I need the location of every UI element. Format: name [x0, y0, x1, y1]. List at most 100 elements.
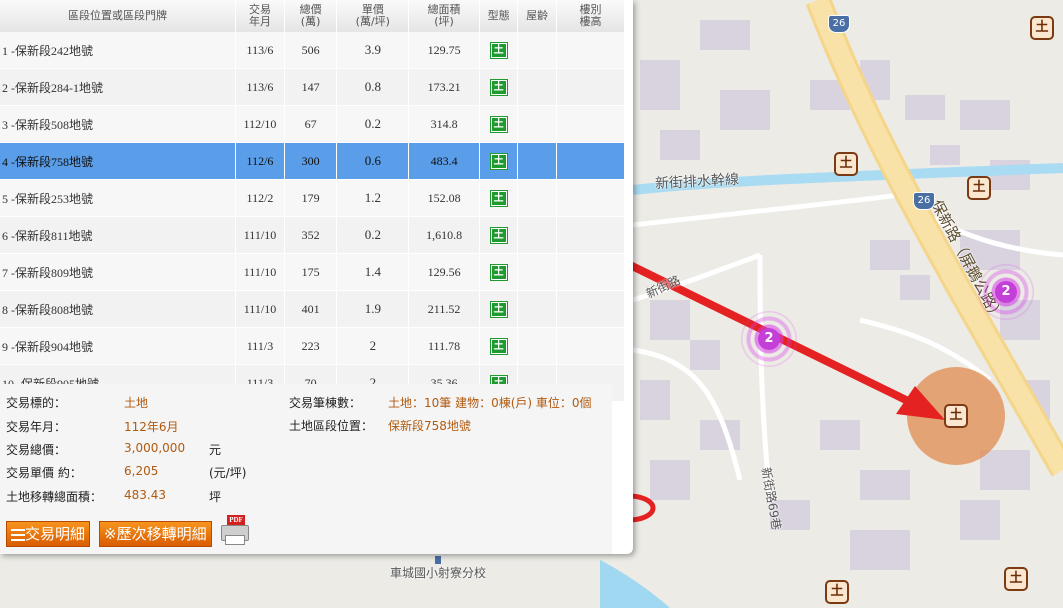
- type-cell: 土: [479, 68, 519, 106]
- floor-cell: [556, 142, 626, 180]
- age-cell: [517, 32, 557, 69]
- transfer-history-button[interactable]: ※歷次移轉明細: [99, 521, 212, 547]
- land-type-icon: 土: [489, 301, 508, 318]
- detail-label: 交易年月：: [6, 420, 67, 434]
- age-cell: [517, 105, 557, 143]
- area-cell: 111.78: [408, 327, 480, 365]
- table-row[interactable]: 8 -保新段808地號 111/10 401 1.9 211.52 土: [0, 290, 626, 328]
- floor-cell: [556, 179, 626, 217]
- land-type-icon: 土: [489, 338, 508, 355]
- age-cell: [517, 142, 557, 180]
- cluster-marker[interactable]: 2: [741, 311, 797, 367]
- detail-label: 交易標的：: [6, 396, 67, 410]
- route-shield-icon: 26: [828, 15, 850, 33]
- table-row[interactable]: 6 -保新段811地號 111/10 352 0.2 1,610.8 土: [0, 216, 626, 254]
- selected-land-marker-icon[interactable]: 土: [944, 404, 968, 428]
- school-icon: [435, 556, 441, 564]
- unit-price-cell: 1.4: [336, 253, 410, 291]
- date-cell: 111/3: [235, 327, 285, 365]
- col-header-area: 總面積 (坪): [408, 0, 480, 32]
- pdf-print-icon[interactable]: PDF: [219, 515, 249, 545]
- address-cell: 5 -保新段253地號: [0, 179, 237, 217]
- type-cell: 土: [479, 142, 519, 180]
- menu-icon: [11, 529, 25, 541]
- date-cell: 113/6: [235, 68, 285, 106]
- col-header-address: 區段位置或區段門牌: [0, 0, 237, 32]
- area-cell: 211.52: [408, 290, 480, 328]
- col-header-unit: 單價 (萬/坪): [336, 0, 410, 32]
- age-cell: [517, 179, 557, 217]
- detail-value: 112年6月: [124, 420, 179, 434]
- transaction-detail-button[interactable]: 交易明細: [6, 521, 91, 547]
- transaction-table: 區段位置或區段門牌 交易 年月 總價 (萬) 單價 (萬/坪) 總面積 (坪) …: [0, 0, 626, 402]
- table-row[interactable]: 4 -保新段758地號 112/6 300 0.6 483.4 土: [0, 142, 626, 180]
- floor-cell: [556, 68, 626, 106]
- unit-price-cell: 1.9: [336, 290, 410, 328]
- land-type-icon: 土: [489, 190, 508, 207]
- unit-price-cell: 3.9: [336, 32, 410, 69]
- land-marker-icon[interactable]: 土: [967, 176, 991, 200]
- total-price-cell: 223: [284, 327, 338, 365]
- table-row[interactable]: 7 -保新段809地號 111/10 175 1.4 129.56 土: [0, 253, 626, 291]
- col-header-date: 交易 年月: [235, 0, 285, 32]
- land-type-icon: 土: [489, 42, 508, 59]
- table-row[interactable]: 1 -保新段242地號 113/6 506 3.9 129.75 土: [0, 32, 626, 69]
- age-cell: [517, 327, 557, 365]
- table-row[interactable]: 9 -保新段904地號 111/3 223 2 111.78 土: [0, 327, 626, 365]
- area-cell: 129.75: [408, 32, 480, 69]
- address-cell: 4 -保新段758地號: [0, 142, 237, 180]
- pdf-badge: PDF: [227, 515, 245, 525]
- detail-value: 6,205: [124, 464, 159, 478]
- type-cell: 土: [479, 179, 519, 217]
- land-marker-icon[interactable]: 土: [1030, 16, 1054, 40]
- total-price-cell: 401: [284, 290, 338, 328]
- land-marker-icon[interactable]: 土: [825, 580, 849, 604]
- address-cell: 3 -保新段508地號: [0, 105, 237, 143]
- date-cell: 112/2: [235, 179, 285, 217]
- type-cell: 土: [479, 32, 519, 69]
- col-header-floor: 樓別 樓高: [556, 0, 626, 32]
- transaction-panel: 區段位置或區段門牌 交易 年月 總價 (萬) 單價 (萬/坪) 總面積 (坪) …: [0, 0, 633, 554]
- table-row[interactable]: 2 -保新段284-1地號 113/6 147 0.8 173.21 土: [0, 68, 626, 106]
- route-shield-icon: 26: [913, 192, 935, 210]
- date-cell: 112/10: [235, 105, 285, 143]
- address-cell: 7 -保新段809地號: [0, 253, 237, 291]
- col-header-total: 總價 (萬): [284, 0, 338, 32]
- detail-value: 土地: [124, 396, 149, 410]
- land-type-icon: 土: [489, 227, 508, 244]
- address-cell: 9 -保新段904地號: [0, 327, 237, 365]
- area-cell: 152.08: [408, 179, 480, 217]
- type-cell: 土: [479, 290, 519, 328]
- unit-price-cell: 0.2: [336, 105, 410, 143]
- floor-cell: [556, 253, 626, 291]
- area-cell: 483.4: [408, 142, 480, 180]
- floor-cell: [556, 105, 626, 143]
- total-price-cell: 506: [284, 32, 338, 69]
- table-row[interactable]: 5 -保新段253地號 112/2 179 1.2 152.08 土: [0, 179, 626, 217]
- detail-label: 交易筆棟數：: [289, 396, 362, 410]
- date-cell: 111/10: [235, 290, 285, 328]
- floor-cell: [556, 327, 626, 365]
- land-type-icon: 土: [489, 153, 508, 170]
- floor-cell: [556, 290, 626, 328]
- age-cell: [517, 253, 557, 291]
- detail-label: 交易總價：: [6, 443, 67, 457]
- table-row[interactable]: 3 -保新段508地號 112/10 67 0.2 314.8 土: [0, 105, 626, 143]
- type-cell: 土: [479, 105, 519, 143]
- col-header-type: 型態: [479, 0, 519, 32]
- land-marker-icon[interactable]: 土: [1004, 567, 1028, 591]
- address-cell: 6 -保新段811地號: [0, 216, 237, 254]
- date-cell: 111/10: [235, 253, 285, 291]
- detail-unit: 坪: [209, 490, 222, 504]
- school-label: 車城國小射寮分校: [390, 566, 487, 580]
- unit-price-cell: 2: [336, 327, 410, 365]
- unit-price-cell: 0.8: [336, 68, 410, 106]
- detail-unit: 元: [209, 443, 222, 457]
- floor-cell: [556, 216, 626, 254]
- cluster-marker[interactable]: 2: [978, 264, 1034, 320]
- total-price-cell: 300: [284, 142, 338, 180]
- detail-label: 土地區段位置：: [289, 419, 374, 433]
- unit-price-cell: 0.6: [336, 142, 410, 180]
- total-price-cell: 179: [284, 179, 338, 217]
- land-marker-icon[interactable]: 土: [834, 152, 858, 176]
